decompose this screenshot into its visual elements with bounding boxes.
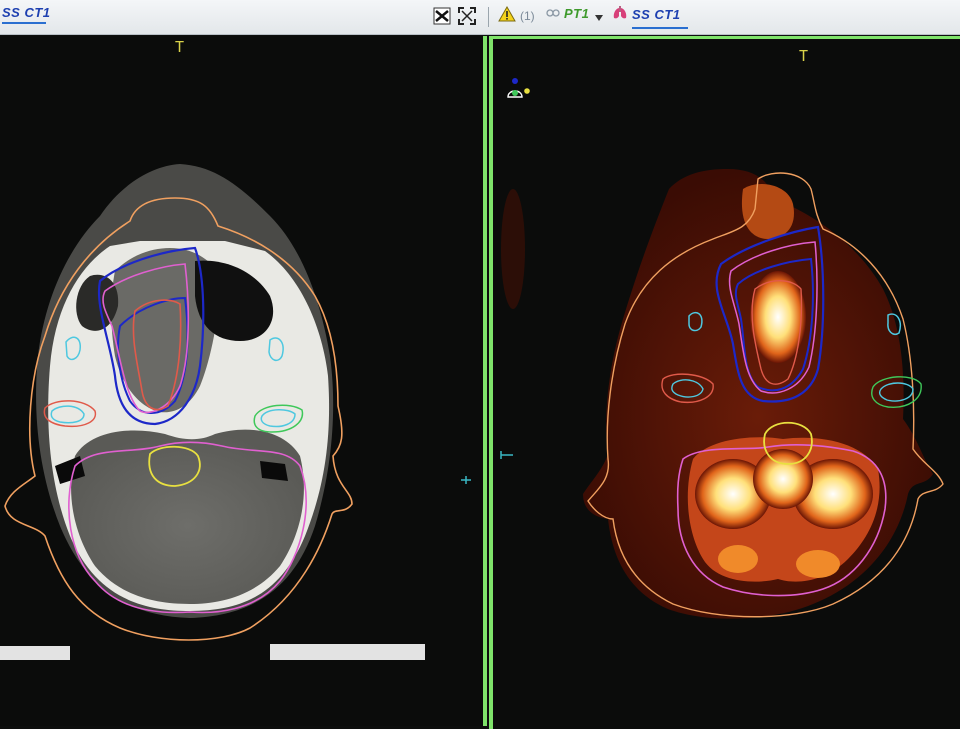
fullscreen-icon	[457, 6, 477, 29]
ct-image	[4, 164, 471, 641]
dropdown-arrow-icon	[595, 9, 603, 24]
ct-window-level-bar-right	[270, 644, 425, 660]
pet-image	[500, 78, 944, 619]
pet-edge-artifact	[501, 189, 525, 309]
viewer-toolbar: SS CT1 (1) PT1 SS CT1	[0, 0, 960, 35]
fit-to-window-icon	[432, 6, 452, 29]
right-dataset-selector[interactable]: SS CT1	[612, 6, 681, 23]
ct-mastoid-right	[260, 461, 288, 481]
warning-count: (1)	[520, 8, 535, 23]
warning-icon	[498, 5, 516, 25]
pet-occipital-left	[718, 545, 758, 573]
pet-dataset-label: PT1	[564, 6, 590, 21]
left-dataset-selector[interactable]: SS CT1	[2, 5, 51, 20]
right-dataset-underline	[632, 27, 688, 29]
warnings-button[interactable]: (1)	[498, 5, 535, 25]
left-dataset-label: SS CT1	[2, 5, 51, 20]
lungs-icon	[612, 6, 628, 23]
pet-viewport[interactable]: T	[489, 36, 960, 729]
pet-dataset-selector[interactable]: PT1	[546, 6, 589, 21]
left-dataset-underline	[2, 22, 46, 24]
right-dataset-label: SS CT1	[632, 7, 681, 22]
structure-legend-icon[interactable]	[507, 78, 530, 98]
ct-crosshair-marker	[461, 476, 471, 484]
fullscreen-button[interactable]	[457, 6, 477, 29]
toolbar-separator	[488, 7, 489, 27]
pet-link-icon	[546, 6, 560, 21]
ct-viewport[interactable]: T	[0, 36, 487, 726]
pet-crosshair-marker	[500, 451, 513, 459]
ct-window-level-bar-left	[0, 646, 70, 660]
pet-occipital-right	[796, 550, 840, 578]
pet-dataset-dropdown[interactable]	[595, 9, 603, 24]
fit-to-window-button[interactable]	[432, 6, 452, 29]
